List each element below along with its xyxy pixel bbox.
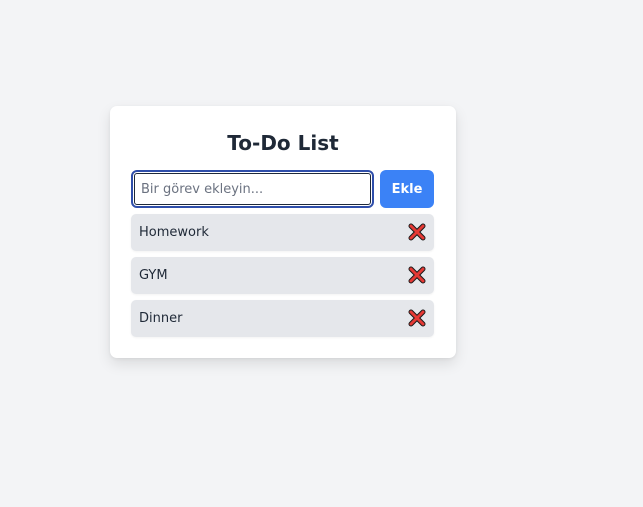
page-title: To-Do List (227, 131, 339, 155)
add-task-button[interactable]: Ekle (380, 170, 434, 208)
task-label: GYM (139, 268, 168, 283)
delete-task-button[interactable] (408, 309, 426, 327)
cross-mark-icon (408, 309, 426, 327)
cross-mark-icon (408, 223, 426, 241)
task-item: Dinner (131, 300, 434, 337)
add-task-row: Ekle (131, 170, 434, 208)
task-label: Homework (139, 225, 209, 240)
task-input[interactable] (131, 170, 374, 208)
delete-task-button[interactable] (408, 266, 426, 284)
task-item: Homework (131, 214, 434, 251)
delete-task-button[interactable] (408, 223, 426, 241)
todo-card: To-Do List Ekle Homework GYM (110, 106, 456, 358)
cross-mark-icon (408, 266, 426, 284)
task-label: Dinner (139, 311, 183, 326)
task-list: Homework GYM Dinner (131, 214, 434, 343)
task-item: GYM (131, 257, 434, 294)
